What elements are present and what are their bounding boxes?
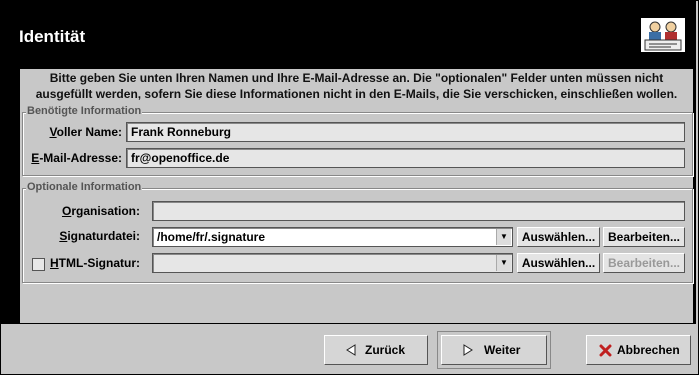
organisation-field[interactable]: [152, 201, 685, 221]
next-button[interactable]: Weiter: [441, 335, 547, 365]
html-signature-checkbox[interactable]: [32, 258, 45, 271]
signature-file-combobox[interactable]: /home/fr/.signature ▼: [152, 227, 513, 247]
chevron-down-icon[interactable]: ▼: [496, 229, 511, 245]
wizard-header: Identität: [1, 1, 696, 69]
signature-edit-button[interactable]: Bearbeiten...: [603, 227, 685, 247]
page-title: Identität: [19, 27, 86, 46]
back-button[interactable]: Zurück: [324, 335, 428, 365]
html-signature-label: HTML-Signatur:: [50, 256, 140, 270]
full-name-label: Voller Name:: [49, 125, 122, 139]
close-icon: [599, 344, 612, 357]
cancel-button[interactable]: Abbrechen: [586, 335, 691, 365]
signature-file-label: Signaturdatei:: [59, 229, 140, 243]
content-panel: Bitte geben Sie unten Ihren Namen und Ih…: [20, 69, 693, 323]
email-field[interactable]: fr@openoffice.de: [126, 148, 685, 168]
html-signature-edit-button[interactable]: Bearbeiten...: [603, 253, 685, 273]
signature-choose-button[interactable]: Auswählen...: [517, 227, 600, 247]
intro-text: Bitte geben Sie unten Ihren Namen und Ih…: [35, 71, 678, 101]
html-signature-combobox[interactable]: ▼: [152, 253, 513, 273]
next-label: Weiter: [484, 343, 521, 357]
cancel-label: Abbrechen: [617, 343, 680, 357]
back-label: Zurück: [365, 343, 406, 357]
wizard-body: Bitte geben Sie unten Ihren Namen und Ih…: [1, 69, 696, 324]
full-name-field[interactable]: Frank Ronneburg: [126, 122, 685, 142]
chevron-down-icon[interactable]: ▼: [496, 255, 511, 271]
mascot-logo-icon: [641, 18, 685, 52]
required-info-title: Benötigte Information: [26, 105, 143, 117]
arrow-left-icon: [346, 344, 356, 356]
optional-info-title: Optionale Information: [26, 181, 143, 193]
html-signature-choose-button[interactable]: Auswählen...: [517, 253, 600, 273]
email-label: E-Mail-Adresse:: [31, 151, 122, 165]
organisation-label: Organisation:: [61, 204, 140, 218]
signature-file-value: /home/fr/.signature: [157, 230, 266, 244]
arrow-right-icon: [463, 344, 473, 356]
